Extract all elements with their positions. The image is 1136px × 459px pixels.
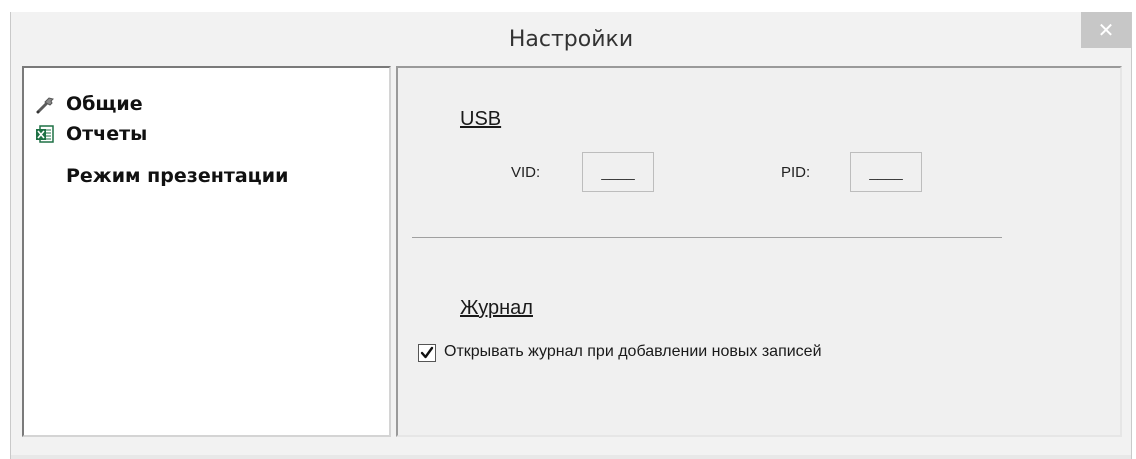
nav-item-label: Общие <box>66 93 143 115</box>
close-icon: ✕ <box>1097 19 1115 42</box>
open-log-checkbox[interactable] <box>418 344 436 362</box>
pid-label: PID: <box>781 164 811 181</box>
window-bottom-edge <box>11 455 1131 459</box>
close-button[interactable]: ✕ <box>1081 12 1131 48</box>
settings-category-list[interactable]: Общие Отчеты Режим презентации <box>22 66 391 437</box>
log-section-title: Журнал <box>460 297 533 319</box>
excel-icon <box>34 123 56 145</box>
nav-item-label: Режим презентации <box>66 165 289 187</box>
usb-section-title: USB <box>460 108 502 130</box>
vid-input[interactable] <box>582 152 654 192</box>
open-log-checkbox-label[interactable]: Открывать журнал при добавлении новых за… <box>444 343 822 361</box>
nav-item-label: Отчеты <box>66 123 148 145</box>
nav-item-reports[interactable]: Отчеты <box>34 121 147 147</box>
section-divider <box>412 237 1002 238</box>
dialog-title: Настройки <box>508 27 634 52</box>
settings-content-panel: USB VID: PID: Журнал Открывать журнал пр… <box>396 66 1122 437</box>
nav-item-general[interactable]: Общие <box>34 91 143 117</box>
pid-input[interactable] <box>850 152 922 192</box>
vid-label: VID: <box>511 164 541 181</box>
wrench-icon <box>34 93 56 115</box>
nav-item-presentation-mode[interactable]: Режим презентации <box>34 163 288 189</box>
checkmark-icon <box>420 346 434 359</box>
